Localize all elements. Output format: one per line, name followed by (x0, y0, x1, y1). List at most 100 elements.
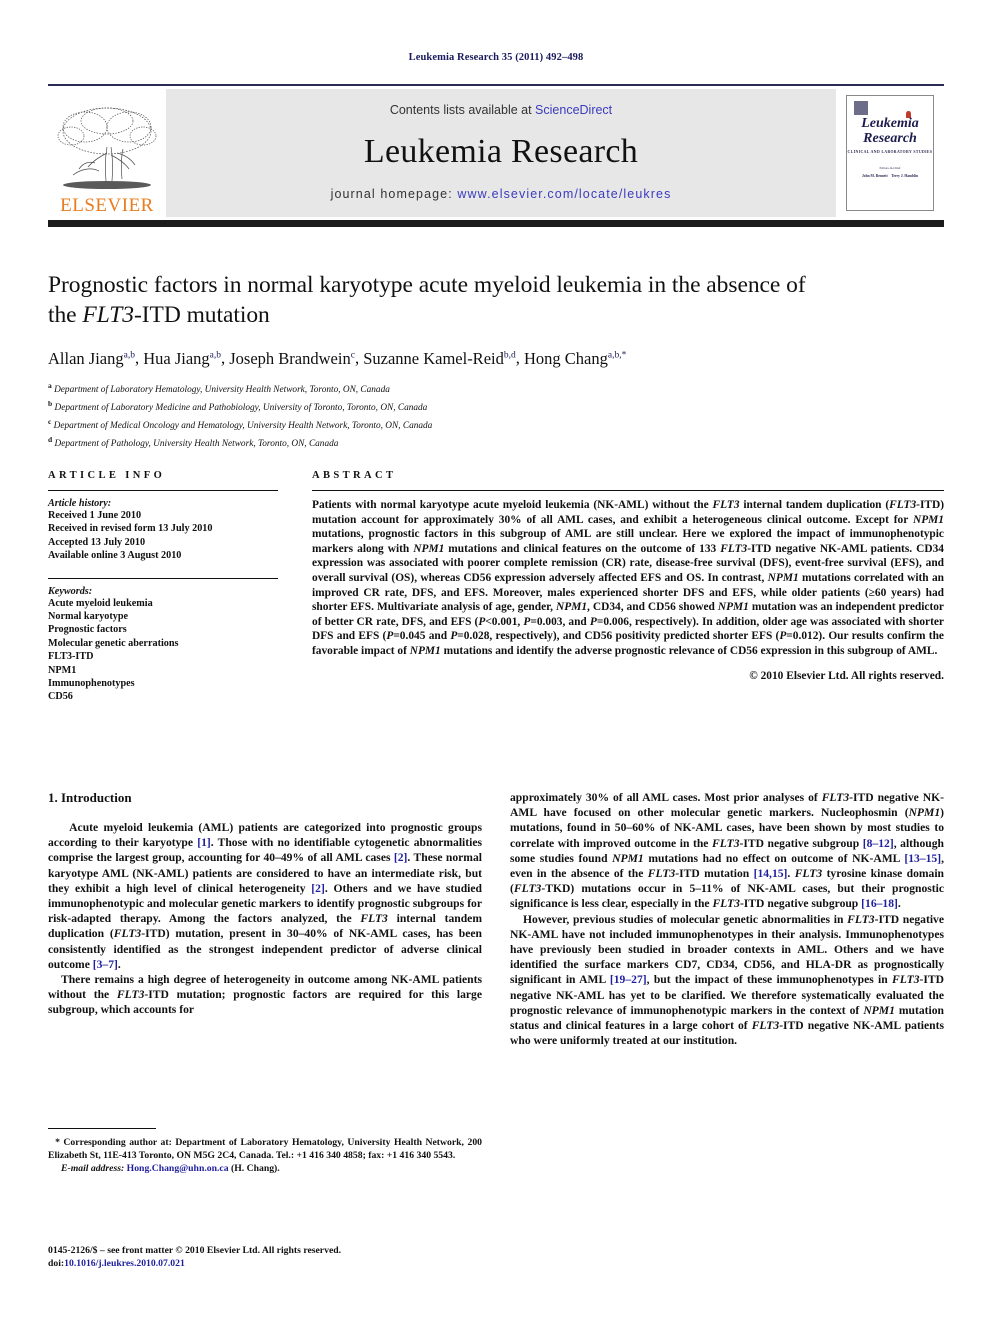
journal-article-page: Leukemia Research 35 (2011) 492–498 ELSE… (0, 0, 992, 1323)
journal-masthead: ELSEVIER Contents lists available at Sci… (48, 84, 944, 227)
author-name[interactable]: Allan Jiang (48, 349, 124, 368)
body-columns: 1. Introduction Acute myeloid leukemia (… (48, 790, 944, 1048)
email-suffix: (H. Chang). (228, 1163, 280, 1174)
citation-ref[interactable]: [1] (197, 836, 211, 849)
author-affil-marks: a,b,* (607, 350, 627, 360)
elsevier-wordmark: ELSEVIER (60, 195, 154, 216)
keyword-item: FLT3-ITD (48, 651, 94, 663)
sciencedirect-link[interactable]: ScienceDirect (535, 103, 612, 117)
affiliation-text: Department of Laboratory Hematology, Uni… (54, 384, 390, 395)
doi-label: doi: (48, 1258, 65, 1269)
title-gene-name: FLT3 (82, 302, 134, 328)
running-head: Leukemia Research 35 (2011) 492–498 (408, 52, 584, 63)
abstract-column: ABSTRACT Patients with normal karyotype … (312, 470, 944, 704)
keyword-item: Molecular genetic aberrations (48, 637, 179, 649)
citation-ref[interactable]: [16–18] (861, 897, 898, 910)
journal-cover-thumbnail[interactable]: Leukemia Research CLINICAL AND LABORATOR… (846, 95, 934, 211)
journal-homepage-line: journal homepage: www.elsevier.com/locat… (331, 187, 672, 201)
corresponding-author-note: * Corresponding author at: Department of… (48, 1136, 482, 1162)
author-item: Suzanne Kamel-Reidb,d (363, 349, 516, 368)
elsevier-tree-icon (55, 103, 159, 195)
author-name[interactable]: Hong Chang (524, 349, 608, 368)
keywords-label: Keywords: (48, 585, 93, 597)
masthead-top-rule (48, 84, 944, 86)
affiliation-text: Department of Laboratory Medicine and Pa… (54, 402, 428, 413)
author-list: Allan Jianga,b, Hua Jianga,b, Joseph Bra… (48, 348, 627, 368)
author-name[interactable]: Hua Jiang (143, 349, 209, 368)
doi-link[interactable]: 10.1016/j.leukres.2010.07.021 (64, 1258, 185, 1269)
intro-paragraph-1: Acute myeloid leukemia (AML) patients ar… (48, 821, 482, 971)
title-block: Prognostic factors in normal karyotype a… (48, 270, 944, 452)
masthead-center: Contents lists available at ScienceDirec… (166, 89, 836, 217)
contents-prefix: Contents lists available at (389, 103, 536, 117)
affiliation-mark: b (48, 398, 53, 408)
history-item: Available online 3 August 2010 (48, 550, 182, 562)
author-name[interactable]: Suzanne Kamel-Reid (363, 349, 504, 368)
affiliation-item: b Department of Laboratory Medicine and … (48, 397, 944, 415)
history-item: Received 1 June 2010 (48, 510, 142, 521)
title-line-2-suffix: -ITD mutation (133, 302, 270, 328)
cover-title-line2: Research (863, 131, 917, 146)
history-item: Accepted 13 July 2010 (48, 536, 146, 548)
cover-editors: John M. Bennett Terry J. Hamblin (847, 174, 933, 179)
author-affil-marks: c (350, 350, 355, 360)
contents-available-line: Contents lists available at ScienceDirec… (390, 103, 612, 117)
citation-ref[interactable]: [13–15] (904, 852, 941, 865)
abstract-heading: ABSTRACT (312, 470, 397, 481)
citation-ref[interactable]: [2] (394, 851, 408, 864)
page-title: Prognostic factors in normal karyotype a… (48, 270, 944, 330)
journal-cover-cell: Leukemia Research CLINICAL AND LABORATOR… (836, 89, 944, 217)
citation-ref[interactable]: [2] (311, 882, 325, 895)
author-item: Hong Changa,b,* (524, 349, 626, 368)
affiliation-mark: d (48, 435, 53, 445)
cover-editors-label: Editors-in-Chief (879, 166, 901, 170)
email-label: E-mail address: (61, 1163, 125, 1174)
body-column-left: 1. Introduction Acute myeloid leukemia (… (48, 790, 482, 1048)
author-item: Hua Jianga,b (143, 349, 221, 368)
intro-paragraph-3: approximately 30% of all AML cases. Most… (510, 791, 945, 911)
info-abstract-region: ARTICLE INFO Article history: Received 1… (48, 470, 944, 704)
intro-paragraph-4: However, previous studies of molecular g… (510, 912, 944, 1048)
cover-publisher-icon (854, 101, 868, 115)
keyword-item: Immunophenotypes (48, 678, 135, 690)
issn-copyright-block: 0145-2126/$ – see front matter © 2010 El… (48, 1244, 488, 1270)
section-title-introduction: 1. Introduction (48, 790, 132, 805)
cover-editor-1: John M. Bennett (862, 174, 888, 178)
footnote-region: * Corresponding author at: Department of… (48, 1128, 482, 1175)
citation-ref[interactable]: [8–12] (863, 837, 894, 850)
affiliation-text: Department of Pathology, University Heal… (54, 439, 339, 450)
citation-ref[interactable]: [19–27] (610, 973, 647, 986)
affiliation-mark: a (48, 380, 52, 390)
author-affil-marks: a,b (123, 350, 135, 360)
affiliation-item: c Department of Medical Oncology and Hem… (48, 415, 944, 433)
author-affil-marks: a,b (209, 350, 222, 360)
affiliation-item: a Department of Laboratory Hematology, U… (48, 379, 944, 397)
author-name[interactable]: Joseph Brandwein (229, 349, 350, 368)
keyword-item: CD56 (48, 691, 73, 703)
keyword-item: Acute myeloid leukemia (48, 597, 153, 609)
title-line-1: Prognostic factors in normal karyotype a… (48, 272, 806, 298)
journal-title: Leukemia Research (363, 133, 639, 170)
cover-title: Leukemia Research (847, 116, 933, 146)
cover-title-line1: Leukemia (861, 116, 919, 131)
affiliation-mark: c (48, 417, 52, 427)
article-info-rule (48, 490, 278, 491)
history-item: Received in revised form 13 July 2010 (48, 523, 213, 535)
affiliation-text: Department of Medical Oncology and Hemat… (53, 421, 433, 432)
article-history-list: Received 1 June 2010 Received in revised… (48, 509, 278, 563)
cover-subtitle: CLINICAL AND LABORATORY STUDIES (847, 150, 933, 154)
affiliation-item: d Department of Pathology, University He… (48, 433, 944, 451)
article-history-label: Article history: (48, 498, 112, 509)
keyword-item: Prognostic factors (48, 624, 127, 636)
intro-paragraph-2: There remains a high degree of heterogen… (48, 973, 482, 1017)
doi-line: doi:10.1016/j.leukres.2010.07.021 (48, 1257, 488, 1270)
abstract-rule (312, 490, 944, 491)
journal-homepage-link[interactable]: www.elsevier.com/locate/leukres (457, 187, 671, 201)
email-link[interactable]: Hong.Chang@uhn.on.ca (127, 1163, 229, 1174)
citation-ref[interactable]: [3–7] (93, 958, 118, 971)
keyword-item: NPM1 (48, 664, 77, 676)
citation-ref[interactable]: [14,15] (754, 867, 788, 880)
keyword-item: Normal karyotype (48, 611, 129, 623)
homepage-prefix: journal homepage: (330, 187, 458, 201)
